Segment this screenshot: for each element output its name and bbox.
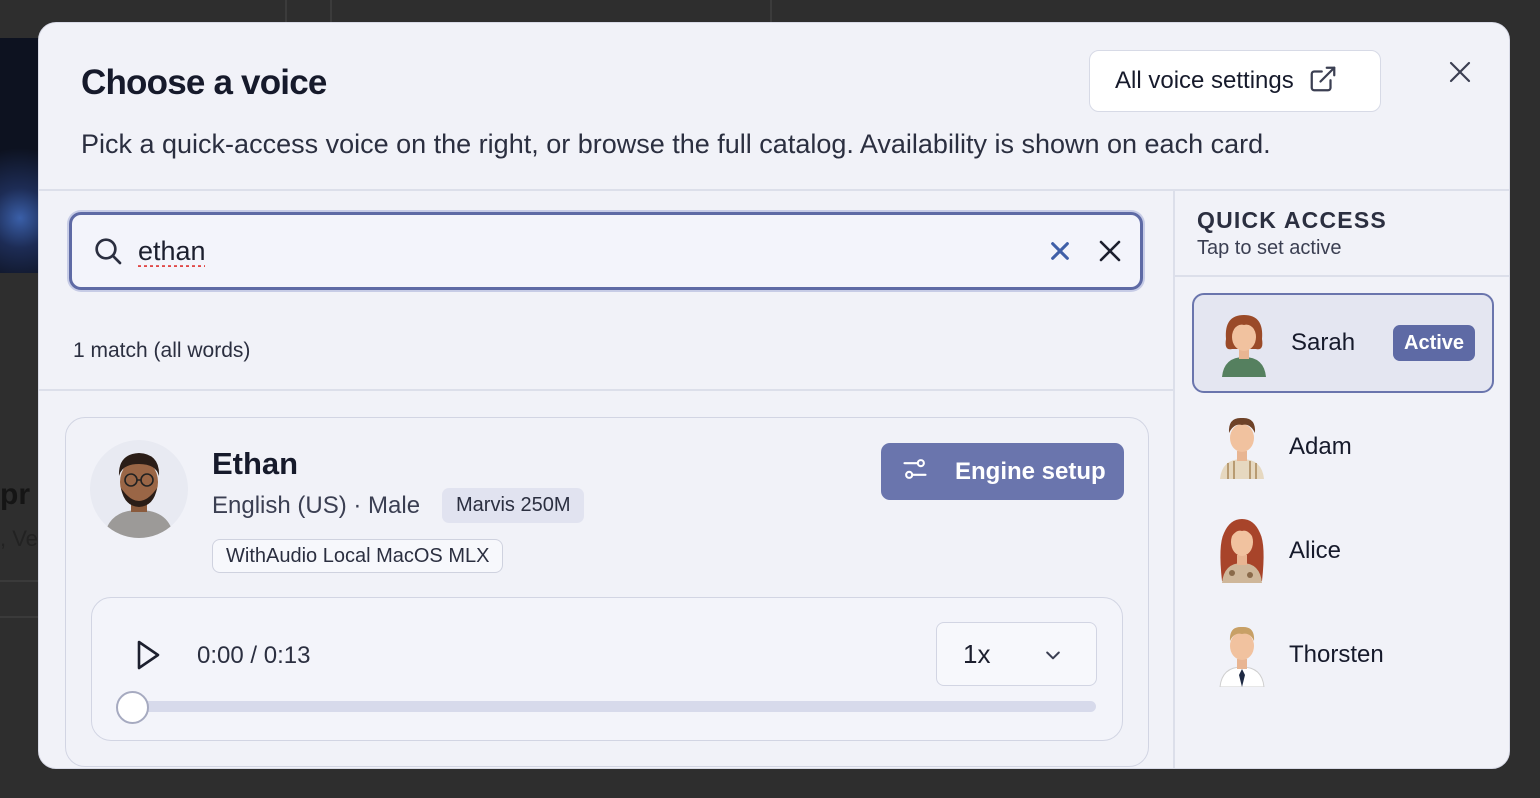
quick-access-item-sarah[interactable]: Sarah Active [1192,293,1494,393]
dialog-subtitle: Pick a quick-access voice on the right, … [81,129,1271,159]
audio-player: 0:00 / 0:13 1x [91,597,1123,741]
play-icon[interactable] [134,638,164,672]
avatar [1214,619,1270,688]
voice-name: Ethan [212,446,299,481]
quick-access-item-thorsten[interactable]: Thorsten [1192,605,1494,705]
progress-track[interactable] [134,701,1096,712]
avatar [1214,515,1270,583]
divider [1175,275,1509,277]
all-voice-settings-label: All voice settings [1115,67,1294,94]
model-badge: Marvis 250M [442,488,585,523]
search-icon [92,235,124,267]
playback-speed-select[interactable]: 1x [936,622,1097,686]
engine-setup-label: Engine setup [955,457,1106,485]
bg-thumbnail [0,38,40,273]
voice-card-ethan[interactable]: Ethan English (US) · Male Marvis 250M Wi… [65,417,1149,767]
voice-language-gender: English (US) · Male [212,492,421,519]
active-badge: Active [1393,325,1476,361]
choose-voice-dialog: Choose a voice Pick a quick-access voice… [38,22,1510,769]
clear-search-button[interactable] [1096,237,1124,265]
bg-divider [770,0,772,22]
match-count: 1 match (all words) [73,339,251,362]
search-box[interactable] [69,212,1143,290]
quick-access-title: QUICK ACCESS [1197,207,1387,233]
external-link-icon [1308,64,1338,99]
avatar [1216,309,1272,377]
engine-badge: WithAudio Local MacOS MLX [212,539,504,573]
bg-text: , Ve [0,526,38,551]
avatar [90,440,188,538]
progress-thumb[interactable] [116,691,149,724]
bg-divider [0,580,40,582]
engine-setup-button[interactable]: Engine setup [881,443,1124,500]
close-button[interactable] [1445,59,1475,89]
chevron-down-icon [1043,645,1063,670]
time-readout: 0:00 / 0:13 [197,642,311,669]
dialog-title: Choose a voice [81,63,327,102]
voice-catalog-pane: 1 match (all words) Ethan English (US) ·… [39,191,1173,768]
quick-access-subtitle: Tap to set active [1197,237,1342,259]
quick-access-name: Sarah [1291,329,1356,356]
close-icon [1448,60,1472,89]
clear-search-icon[interactable] [1046,237,1074,265]
playback-speed-value: 1x [963,638,991,669]
all-voice-settings-button[interactable]: All voice settings [1089,50,1381,112]
quick-access-name: Alice [1289,537,1342,564]
quick-access-pane: QUICK ACCESS Tap to set active Sarah Act… [1173,191,1509,768]
bg-divider [0,616,40,618]
divider [39,389,1173,391]
bg-heading: pr [0,478,30,511]
quick-access-name: Thorsten [1289,641,1384,668]
quick-access-item-adam[interactable]: Adam [1192,397,1494,497]
sliders-icon [901,455,929,488]
search-input[interactable] [138,235,998,267]
quick-access-item-alice[interactable]: Alice [1192,501,1494,601]
dialog-header: Choose a voice Pick a quick-access voice… [39,23,1509,191]
quick-access-name: Adam [1289,433,1352,460]
bg-divider [330,0,332,22]
bg-divider [285,0,287,22]
avatar [1214,411,1270,479]
